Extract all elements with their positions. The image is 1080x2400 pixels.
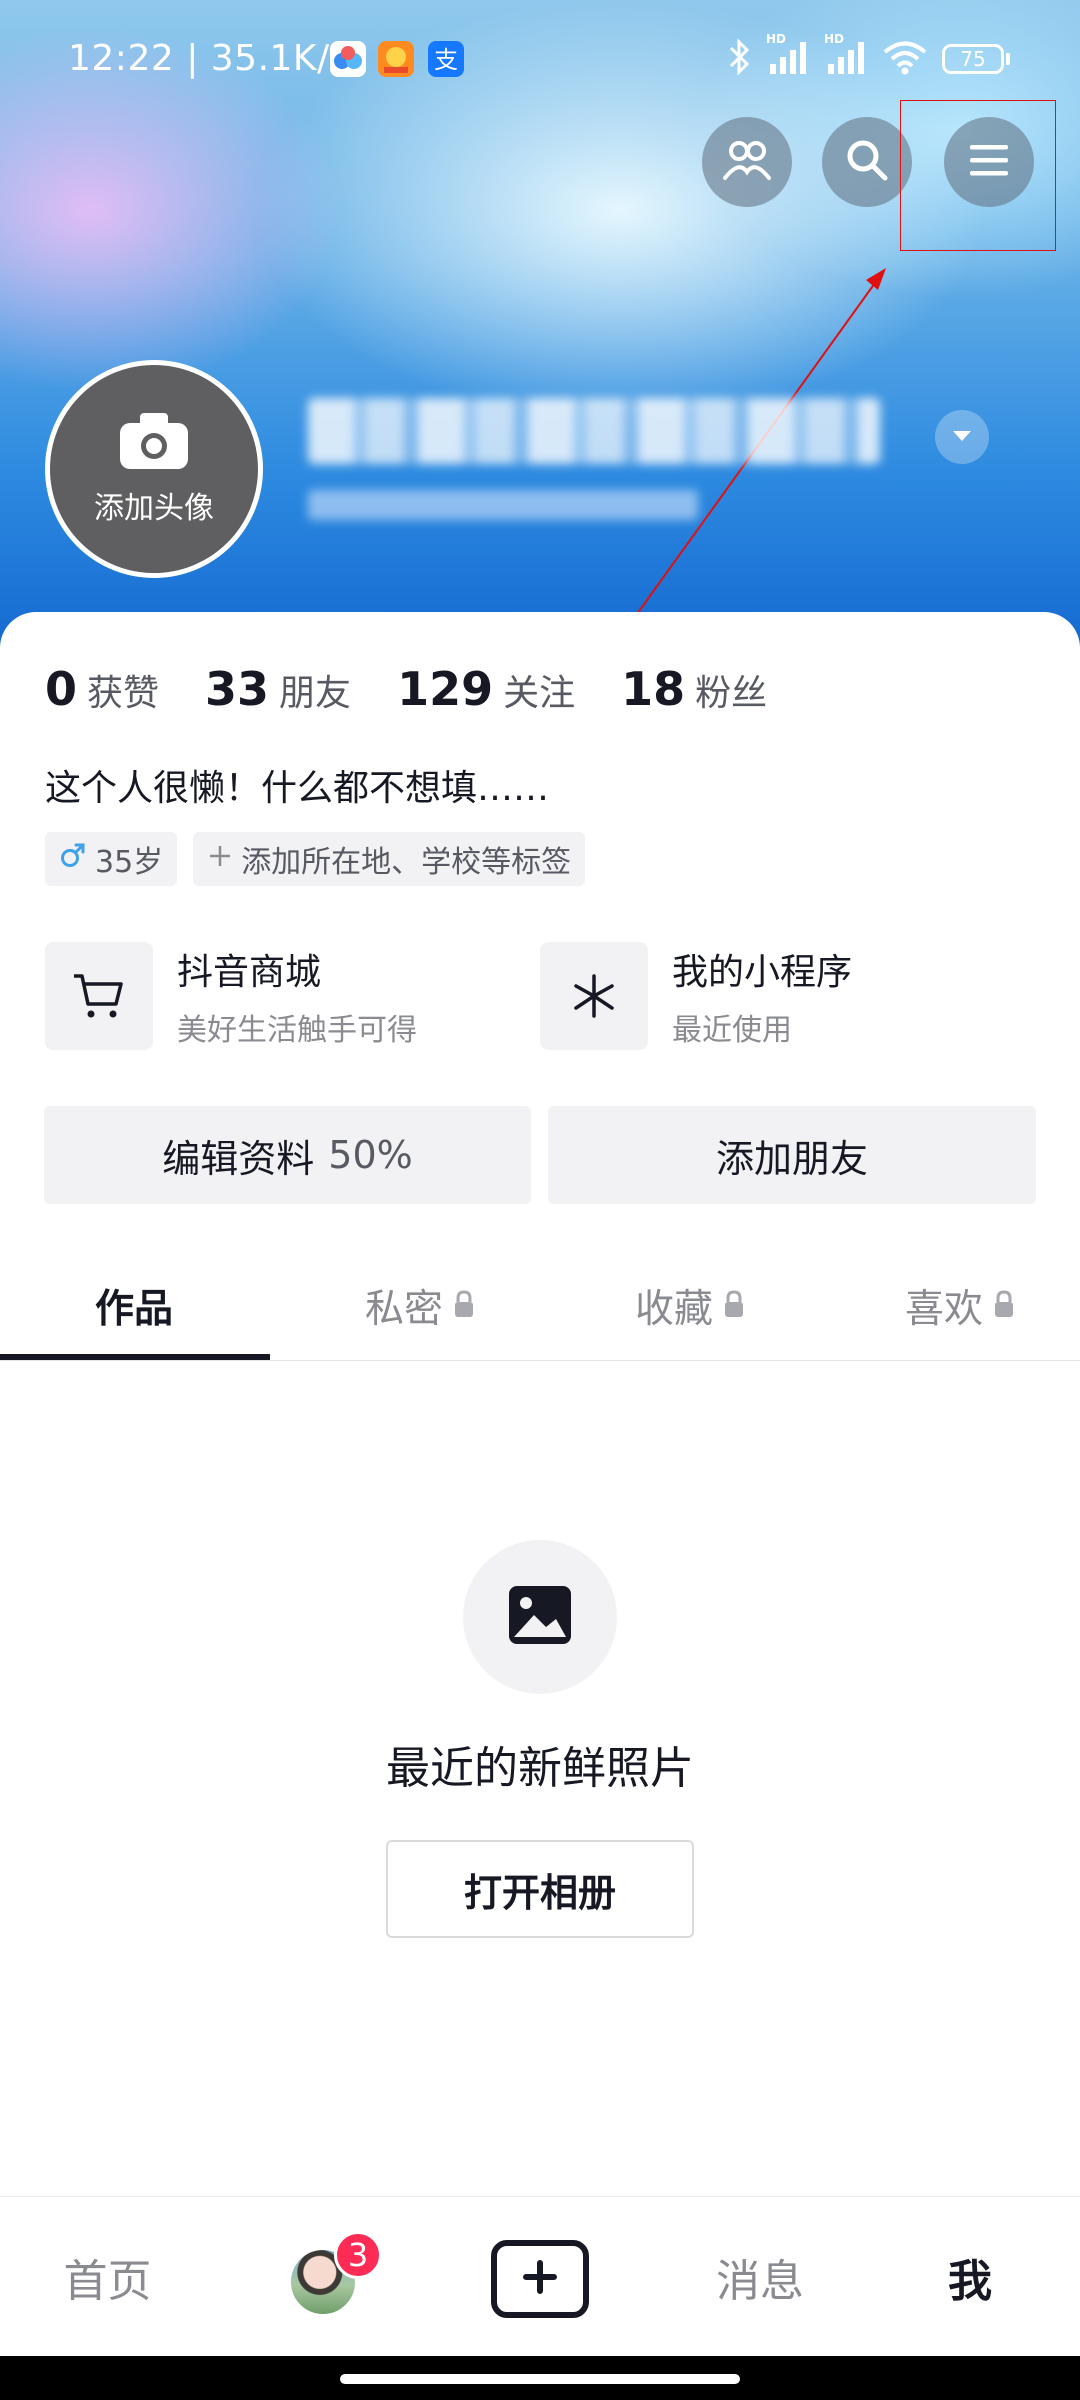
system-navigation-bar — [0, 2356, 1080, 2400]
camera-icon — [118, 411, 190, 475]
stat-followers[interactable]: 18 粉丝 — [621, 662, 767, 716]
wifi-icon — [882, 38, 928, 80]
stat-label: 粉丝 — [695, 673, 768, 714]
service-subtitle: 最近使用 — [672, 1013, 792, 1048]
plus-icon — [207, 842, 233, 877]
nav-messages[interactable]: 消息 — [700, 2197, 820, 2357]
bluetooth-icon — [726, 38, 752, 80]
service-title: 抖音商城 — [177, 952, 322, 993]
lock-icon — [993, 1284, 1015, 1329]
stat-value: 18 — [621, 662, 686, 716]
service-title: 我的小程序 — [672, 952, 853, 993]
signal-icon: HD — [824, 32, 868, 80]
edit-profile-label: 编辑资料 — [162, 1136, 315, 1181]
tab-label: 私密 — [365, 1287, 444, 1332]
douyin-mall-entry[interactable]: 抖音商城 美好生活触手可得 — [45, 942, 417, 1050]
bottom-nav: 首页 3 消息 我 — [0, 2196, 1080, 2357]
blurred-user-id — [308, 490, 698, 520]
stat-value: 0 — [45, 662, 78, 716]
active-tab-indicator — [0, 1354, 270, 1360]
nav-home[interactable]: 首页 — [40, 2197, 175, 2357]
mini-program-entry[interactable]: 我的小程序 最近使用 — [540, 942, 852, 1050]
edit-profile-percent: 50% — [328, 1133, 413, 1177]
signal-hd-label: HD — [766, 32, 787, 46]
stat-label: 关注 — [503, 673, 576, 714]
stat-label: 获赞 — [87, 673, 160, 714]
add-tags-label: 添加所在地、学校等标签 — [241, 845, 572, 880]
tab-label: 作品 — [95, 1287, 174, 1332]
svg-text:支: 支 — [434, 46, 458, 74]
stat-likes[interactable]: 0 获赞 — [45, 662, 159, 716]
create-post-button[interactable] — [491, 2240, 589, 2318]
male-icon — [59, 841, 87, 877]
triangle-down-icon — [951, 428, 973, 447]
tab-label: 喜欢 — [905, 1287, 984, 1332]
status-bar: 12:22 | 35.1K/s 支 HD HD 75 — [0, 32, 1080, 84]
orange-app-icon — [378, 41, 414, 77]
tab-works[interactable]: 作品 — [95, 1252, 173, 1360]
home-indicator[interactable] — [340, 2374, 740, 2384]
notification-badge: 3 — [334, 2231, 382, 2279]
profile-bio[interactable]: 这个人很懒！什么都不想填…… — [45, 759, 549, 811]
battery-level: 75 — [942, 44, 1004, 74]
baidu-netdisk-icon — [330, 41, 366, 77]
avatar-label: 添加头像 — [94, 491, 214, 526]
search-button[interactable] — [822, 117, 912, 207]
nav-label: 消息 — [716, 2256, 804, 2307]
stat-following[interactable]: 129 关注 — [397, 662, 575, 716]
account-switch-button[interactable] — [935, 410, 989, 464]
stats-row: 0 获赞 33 朋友 129 关注 18 粉丝 — [45, 662, 813, 716]
stat-value: 129 — [397, 662, 494, 716]
profile-card: 0 获赞 33 朋友 129 关注 18 粉丝 这个人很懒！什么都不想填…… 3… — [0, 612, 1080, 2197]
search-icon — [843, 136, 891, 188]
lock-icon — [723, 1284, 745, 1329]
add-tags-button[interactable]: 添加所在地、学校等标签 — [193, 832, 586, 886]
tab-private[interactable]: 私密 — [365, 1252, 475, 1360]
alipay-icon: 支 — [428, 41, 464, 77]
empty-state-title: 最近的新鲜照片 — [386, 1743, 694, 1794]
tab-favorites[interactable]: 收藏 — [635, 1252, 745, 1360]
friends-icon — [722, 138, 772, 186]
age-label: 35岁 — [95, 845, 164, 880]
image-icon — [506, 1583, 574, 1651]
stat-value: 33 — [205, 662, 270, 716]
status-time: 12:22 | 35.1K/s — [68, 38, 349, 79]
add-friends-button[interactable]: 添加朋友 — [548, 1106, 1036, 1204]
nav-label: 首页 — [63, 2256, 152, 2307]
content-tabs: 作品 私密 收藏 喜欢 — [0, 1252, 1080, 1361]
tab-likes[interactable]: 喜欢 — [905, 1252, 1015, 1360]
photo-placeholder — [463, 1540, 617, 1694]
status-right-group: HD HD 75 — [726, 32, 1010, 80]
lock-icon — [453, 1284, 475, 1329]
mini-program-icon — [540, 942, 648, 1050]
plus-icon — [520, 2257, 560, 2301]
stat-label: 朋友 — [279, 673, 352, 714]
signal-icon: HD — [766, 32, 810, 80]
tab-label: 收藏 — [635, 1287, 714, 1332]
edit-profile-button[interactable]: 编辑资料 50% — [44, 1106, 531, 1204]
stat-friends[interactable]: 33 朋友 — [205, 662, 351, 716]
signal-hd-label: HD — [824, 32, 845, 46]
age-tag[interactable]: 35岁 — [45, 832, 178, 886]
cart-icon — [45, 942, 153, 1050]
friends-button[interactable] — [702, 117, 792, 207]
add-avatar-button[interactable]: 添加头像 — [45, 360, 263, 578]
annotation-highlight-box — [900, 100, 1056, 251]
nav-label: 我 — [948, 2256, 992, 2307]
open-album-button[interactable]: 打开相册 — [386, 1840, 694, 1938]
service-subtitle: 美好生活触手可得 — [177, 1013, 417, 1048]
battery-icon: 75 — [942, 44, 1010, 74]
add-friends-label: 添加朋友 — [715, 1136, 868, 1181]
blurred-username — [308, 398, 880, 464]
nav-me[interactable]: 我 — [940, 2197, 1000, 2357]
profile-tags: 35岁 添加所在地、学校等标签 — [45, 832, 586, 886]
